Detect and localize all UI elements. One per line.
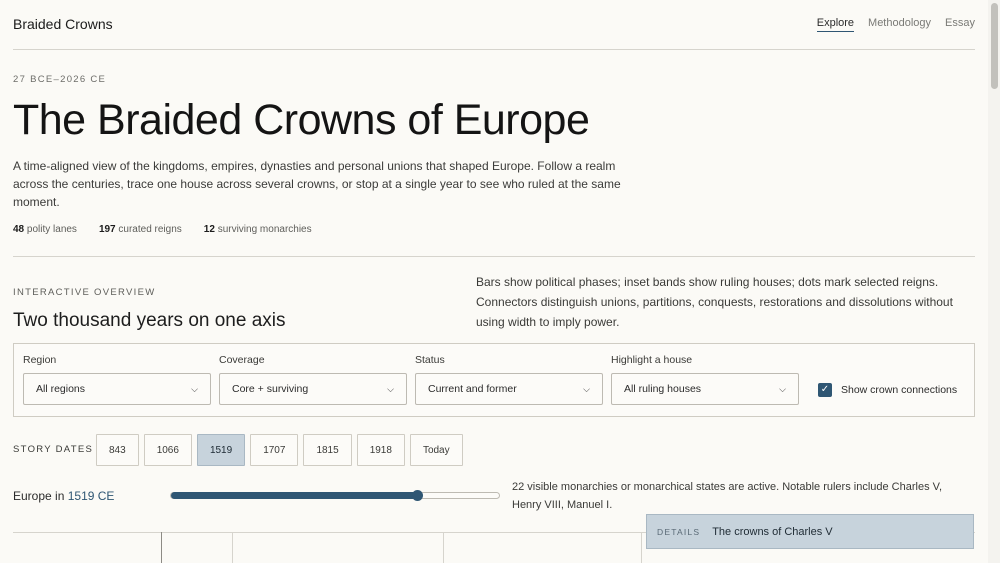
timeline-gridline: [232, 532, 233, 563]
nav-explore[interactable]: Explore: [816, 17, 855, 32]
brand-logo-text[interactable]: Braided Crowns: [13, 16, 113, 32]
year-slider-thumb[interactable]: [412, 490, 423, 501]
filter-status-label: Status: [415, 354, 445, 366]
section-divider: [13, 256, 975, 257]
details-label: DETAILS: [657, 526, 701, 537]
status-select[interactable]: Current and former ⌵: [415, 373, 603, 405]
scrollbar-thumb[interactable]: [991, 3, 998, 89]
stat-curated-reigns: 197 curated reigns: [98, 224, 182, 235]
status-select-value: Current and former: [428, 383, 517, 395]
timeline-gridline: [641, 532, 642, 563]
house-select[interactable]: All ruling houses ⌵: [611, 373, 799, 405]
timeline-gridline: [443, 532, 444, 563]
chevron-down-icon: ⌵: [191, 383, 198, 394]
stat-surviving-monarchies: 12 surviving monarchies: [203, 224, 312, 235]
region-select-value: All regions: [36, 383, 86, 395]
story-date-843[interactable]: 843: [96, 434, 139, 466]
filter-coverage: Coverage Core + surviving ⌵: [219, 354, 407, 405]
year-slider[interactable]: [170, 490, 500, 501]
story-date-1815[interactable]: 1815: [303, 434, 352, 466]
year-value: 1519 CE: [67, 489, 115, 503]
check-icon[interactable]: ✓: [818, 383, 832, 397]
coverage-select-value: Core + surviving: [232, 383, 309, 395]
story-date-1707[interactable]: 1707: [250, 434, 299, 466]
hero-stats: 48 polity lanes 197 curated reigns 12 su…: [13, 224, 312, 235]
story-date-1918[interactable]: 1918: [356, 434, 405, 466]
page-scrollbar[interactable]: [988, 0, 1000, 563]
filter-house: Highlight a house All ruling houses ⌵: [611, 354, 799, 405]
story-dates-label: STORY DATES: [13, 444, 94, 455]
coverage-select[interactable]: Core + surviving ⌵: [219, 373, 407, 405]
details-title: The crowns of Charles V: [712, 525, 833, 538]
overview-eyebrow: INTERACTIVE OVERVIEW: [13, 287, 156, 298]
year-summary: 22 visible monarchies or monarchical sta…: [512, 481, 943, 511]
page: Braided Crowns Explore Methodology Essay…: [13, 0, 975, 563]
nav-essay[interactable]: Essay: [945, 17, 975, 32]
filter-house-label: Highlight a house: [611, 354, 693, 366]
filter-panel: Region All regions ⌵ Coverage Core + sur…: [13, 343, 975, 417]
year-slider-fill: [171, 492, 417, 499]
chevron-down-icon: ⌵: [779, 383, 786, 394]
region-select[interactable]: All regions ⌵: [23, 373, 211, 405]
hero-eyebrow: 27 BCE–2026 CE: [13, 74, 107, 85]
filter-region-label: Region: [23, 354, 57, 366]
overview-description: Bars show political phases; inset bands …: [476, 275, 953, 329]
story-date-1519[interactable]: 1519: [196, 434, 246, 466]
page-title: The Braided Crowns of Europe: [13, 96, 590, 144]
filter-coverage-label: Coverage: [219, 354, 265, 366]
year-prefix: Europe in: [13, 489, 65, 503]
details-panel[interactable]: DETAILS The crowns of Charles V: [646, 514, 974, 549]
nav-methodology[interactable]: Methodology: [868, 17, 931, 32]
timeline-gridline: [161, 532, 162, 563]
stat-polity-lanes: 48 polity lanes: [13, 224, 77, 235]
year-readout: Europe in 1519 CE: [13, 489, 114, 503]
chevron-down-icon: ⌵: [583, 383, 590, 394]
overview-title: Two thousand years on one axis: [13, 310, 286, 331]
story-date-1066[interactable]: 1066: [143, 434, 192, 466]
chevron-down-icon: ⌵: [387, 383, 394, 394]
filter-status: Status Current and former ⌵: [415, 354, 603, 405]
main-nav: Explore Methodology Essay: [816, 17, 975, 32]
filter-region: Region All regions ⌵: [23, 354, 211, 405]
top-bar: Braided Crowns Explore Methodology Essay: [13, 0, 975, 50]
story-dates: 843 1066 1519 1707 1815 1918 Today: [96, 434, 463, 466]
house-select-value: All ruling houses: [624, 383, 702, 395]
story-date-today[interactable]: Today: [409, 434, 463, 466]
hero-lede: A time-aligned view of the kingdoms, emp…: [13, 159, 621, 209]
crown-connections-toggle[interactable]: ✓ Show crown connections: [818, 383, 957, 397]
crown-connections-label: Show crown connections: [841, 384, 958, 396]
